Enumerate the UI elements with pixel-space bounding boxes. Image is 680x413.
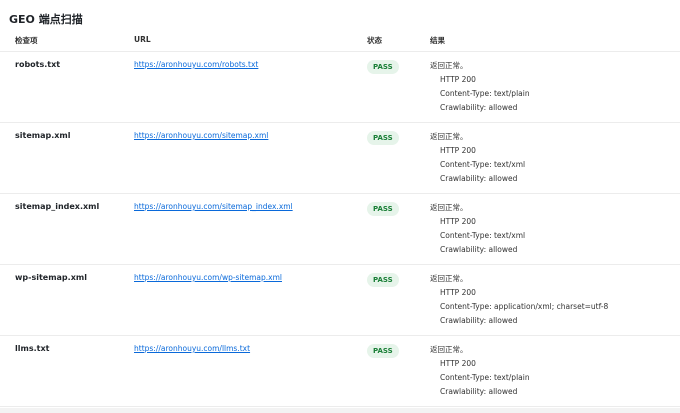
result-line: Crawlability: allowed [440,174,518,183]
endpoint-url-link[interactable]: https://aronhouyu.com/llms.txt [134,344,250,353]
check-item-name: wp-sitemap.xml [15,273,87,282]
result-details: 返回正常。 HTTP 200 Content-Type: application… [430,272,608,328]
result-line: HTTP 200 [440,146,476,155]
bottom-divider [0,408,680,413]
header-result: 结果 [430,36,445,45]
header-url: URL [134,35,151,44]
result-line: Crawlability: allowed [440,103,518,112]
endpoint-url-link[interactable]: https://aronhouyu.com/sitemap_index.xml [134,202,293,211]
result-title: 返回正常。 [430,203,468,212]
result-line: Content-Type: text/plain [440,373,530,382]
result-line: Content-Type: text/xml [440,160,526,169]
result-line: Crawlability: allowed [440,316,518,325]
status-badge: PASS [367,131,399,145]
table-row: wp-sitemap.xml https://aronhouyu.com/wp-… [0,265,680,336]
check-item-name: llms.txt [15,344,50,353]
endpoint-url-link[interactable]: https://aronhouyu.com/robots.txt [134,60,258,69]
table-row: sitemap_index.xml https://aronhouyu.com/… [0,194,680,265]
result-title: 返回正常。 [430,345,468,354]
result-details: 返回正常。 HTTP 200 Content-Type: text/xml Cr… [430,201,525,257]
result-title: 返回正常。 [430,274,468,283]
result-title: 返回正常。 [430,132,468,141]
status-badge: PASS [367,202,399,216]
table-header: 检查项 URL 状态 结果 [0,33,680,52]
result-line: Content-Type: application/xml; charset=u… [440,302,609,311]
result-title: 返回正常。 [430,61,468,70]
status-badge: PASS [367,60,399,74]
result-line: HTTP 200 [440,288,476,297]
result-line: Crawlability: allowed [440,245,518,254]
result-line: Content-Type: text/xml [440,231,526,240]
result-line: Content-Type: text/plain [440,89,530,98]
result-line: HTTP 200 [440,75,476,84]
header-status: 状态 [367,36,382,45]
check-item-name: sitemap.xml [15,131,71,140]
result-line: HTTP 200 [440,217,476,226]
page-title: GEO 端点扫描 [9,13,83,26]
result-details: 返回正常。 HTTP 200 Content-Type: text/xml Cr… [430,130,525,186]
check-item-name: sitemap_index.xml [15,202,100,211]
status-badge: PASS [367,273,399,287]
result-details: 返回正常。 HTTP 200 Content-Type: text/plain … [430,343,530,399]
endpoint-url-link[interactable]: https://aronhouyu.com/wp-sitemap.xml [134,273,282,282]
header-check-item: 检查项 [15,36,38,45]
result-line: HTTP 200 [440,359,476,368]
status-badge: PASS [367,344,399,358]
geo-endpoint-scan-panel: GEO 端点扫描 检查项 URL 状态 结果 robots.txt https:… [0,0,680,413]
table-row: robots.txt https://aronhouyu.com/robots.… [0,52,680,123]
table-row: llms.txt https://aronhouyu.com/llms.txt … [0,336,680,407]
result-line: Crawlability: allowed [440,387,518,396]
endpoint-url-link[interactable]: https://aronhouyu.com/sitemap.xml [134,131,268,140]
table-row: sitemap.xml https://aronhouyu.com/sitema… [0,123,680,194]
check-item-name: robots.txt [15,60,61,69]
result-details: 返回正常。 HTTP 200 Content-Type: text/plain … [430,59,530,115]
